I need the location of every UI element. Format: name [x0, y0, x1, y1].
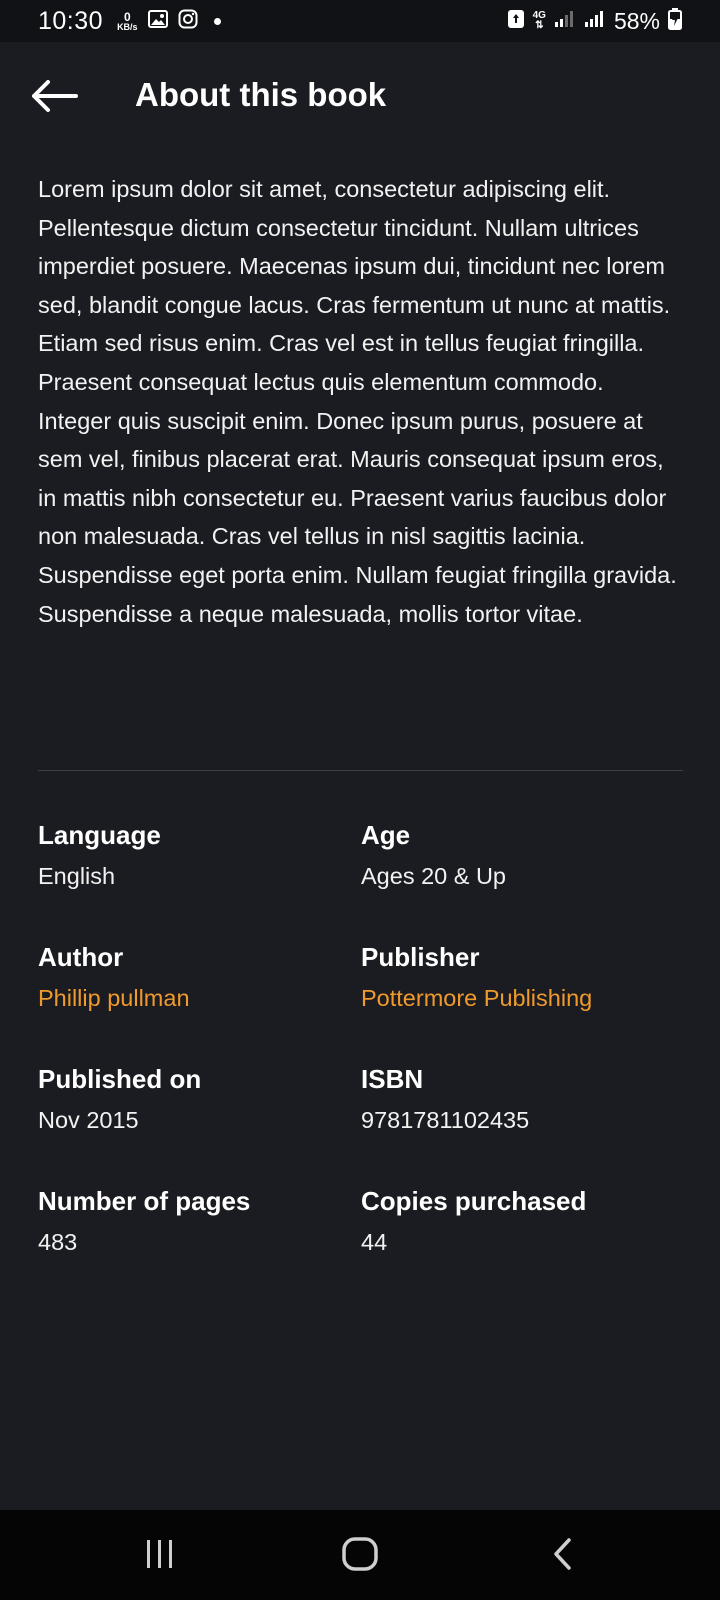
detail-value: Ages 20 & Up — [361, 863, 507, 889]
battery-charging-icon — [668, 7, 682, 35]
recents-button[interactable] — [130, 1528, 190, 1584]
detail-label: Publisher — [361, 942, 480, 972]
battery-percent: 58% — [613, 7, 660, 34]
detail-isbn: ISBN 9781781102435 — [361, 1064, 671, 1134]
instagram-notification-icon — [178, 9, 198, 34]
net-speed-value: 0 — [123, 9, 131, 24]
detail-value: 44 — [361, 1229, 388, 1255]
detail-label: Number of pages — [38, 1186, 251, 1216]
net-speed-indicator: 0 KB/s — [117, 11, 138, 32]
home-icon — [342, 1536, 378, 1576]
author-link[interactable]: Phillip pullman — [38, 984, 348, 1012]
signal-strength-icon — [554, 10, 576, 33]
detail-label: Author — [38, 942, 124, 972]
nav-back-button[interactable] — [532, 1528, 592, 1584]
detail-author: Author Phillip pullman — [38, 942, 348, 1012]
page-title: About this book — [135, 76, 387, 113]
arrow-left-icon — [30, 79, 78, 118]
data-arrows-icon: ⇅ — [535, 20, 544, 31]
detail-value: English — [38, 863, 116, 889]
status-bar: 10:30 0 KB/s 4G ⇅ 58% — [0, 0, 720, 42]
back-button[interactable] — [26, 70, 82, 126]
status-time: 10:30 — [38, 6, 104, 35]
detail-publisher: Publisher Pottermore Publishing — [361, 942, 671, 1012]
detail-label: ISBN — [361, 1064, 424, 1094]
detail-language: Language English — [38, 820, 348, 890]
detail-value: Nov 2015 — [38, 1107, 139, 1133]
detail-label: Age — [361, 820, 411, 850]
net-speed-unit: KB/s — [117, 21, 138, 32]
detail-age: Age Ages 20 & Up — [361, 820, 671, 890]
detail-pages: Number of pages 483 — [38, 1186, 348, 1256]
home-button[interactable] — [330, 1528, 390, 1584]
recents-icon — [144, 1539, 176, 1574]
divider — [38, 770, 683, 771]
detail-value: 9781781102435 — [361, 1107, 530, 1133]
chevron-left-icon — [551, 1537, 573, 1576]
detail-published-on: Published on Nov 2015 — [38, 1064, 348, 1134]
more-notifications-dot-icon — [213, 17, 221, 25]
status-bar-left: 10:30 0 KB/s — [38, 0, 221, 42]
detail-label: Published on — [38, 1064, 202, 1094]
detail-value: 483 — [38, 1229, 78, 1255]
app-bar: About this book — [0, 42, 720, 154]
gallery-notification-icon — [147, 9, 168, 33]
status-bar-right: 4G ⇅ 58% — [507, 0, 682, 42]
system-nav-bar — [0, 1510, 720, 1600]
detail-label: Language — [38, 820, 161, 850]
detail-copies: Copies purchased 44 — [361, 1186, 671, 1256]
network-type-indicator: 4G ⇅ — [533, 11, 546, 31]
publisher-link[interactable]: Pottermore Publishing — [361, 984, 671, 1012]
battery-saver-icon — [507, 9, 525, 34]
detail-label: Copies purchased — [361, 1186, 587, 1216]
signal-strength-2-icon — [584, 10, 606, 33]
book-description: Lorem ipsum dolor sit amet, consectetur … — [38, 176, 677, 627]
